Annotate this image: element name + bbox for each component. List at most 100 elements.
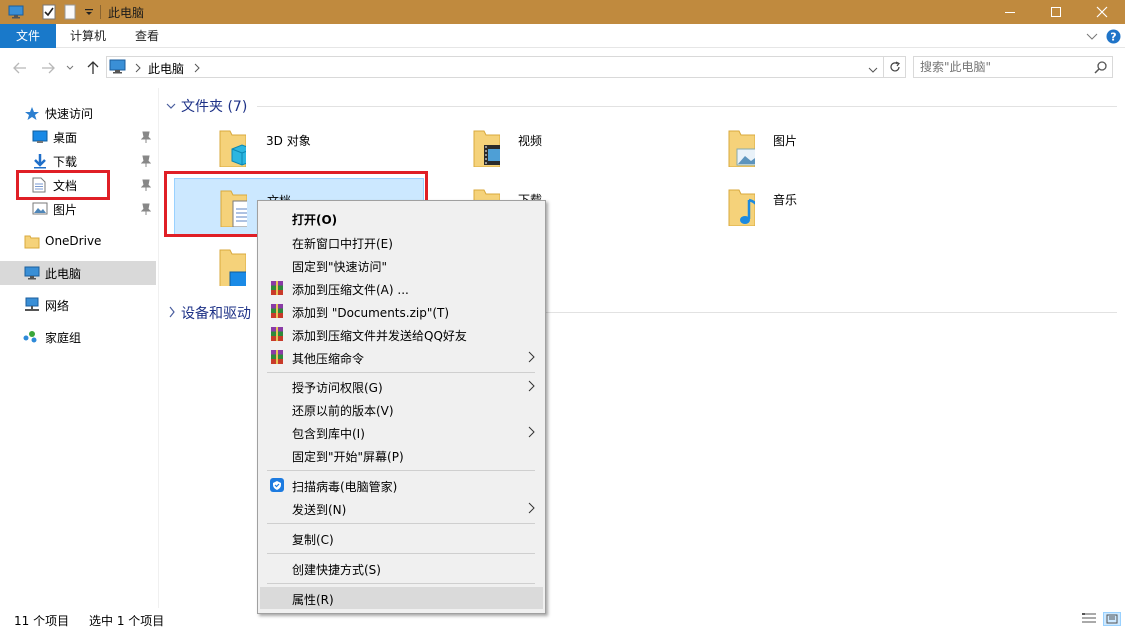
menu-item-grant-access[interactable]: 授予访问权限(G) xyxy=(260,375,543,397)
folder-desktop-icon xyxy=(219,249,246,286)
menu-item-label: 扫描病毒(电脑管家) xyxy=(292,480,398,494)
folder-videos[interactable]: 视频 xyxy=(428,119,678,177)
menu-item-other-compression[interactable]: 其他压缩命令 xyxy=(260,346,543,368)
group-divider xyxy=(257,106,1117,107)
collapse-group-icon[interactable] xyxy=(166,99,176,113)
computer-icon xyxy=(109,59,127,75)
sidebar-item-network[interactable]: 网络 xyxy=(0,293,156,317)
address-dropdown-icon[interactable] xyxy=(868,63,878,77)
breadcrumb-chevron-icon[interactable] xyxy=(194,62,200,76)
pane-divider[interactable] xyxy=(158,88,159,608)
sidebar-item-onedrive[interactable]: OneDrive xyxy=(0,229,156,253)
menu-item-add-to-zip[interactable]: 添加到 "Documents.zip"(T) xyxy=(260,300,543,322)
menu-item-label: 固定到"开始"屏幕(P) xyxy=(292,450,404,464)
close-button[interactable] xyxy=(1079,0,1125,24)
folder-picture-icon xyxy=(728,130,755,167)
search-input[interactable] xyxy=(920,60,1090,74)
navigation-pane: 快速访问 桌面 下载 文档 图片 OneDrive 此电脑 网络 家庭组 xyxy=(0,88,158,608)
expand-group-icon[interactable] xyxy=(168,306,176,321)
up-button[interactable] xyxy=(83,58,103,78)
forward-button[interactable] xyxy=(38,58,58,78)
large-icons-view-icon[interactable] xyxy=(1103,612,1121,626)
menu-separator xyxy=(267,372,535,373)
help-icon[interactable]: ? xyxy=(1106,29,1122,45)
pin-icon[interactable] xyxy=(141,155,151,167)
folder-label: 音乐 xyxy=(773,193,798,207)
expand-ribbon-icon[interactable] xyxy=(1086,30,1100,42)
group-divider xyxy=(545,312,1117,313)
maximize-button[interactable] xyxy=(1033,0,1079,24)
menu-item-include-library[interactable]: 包含到库中(I) xyxy=(260,421,543,443)
sidebar-item-label: OneDrive xyxy=(45,234,102,248)
menu-separator xyxy=(267,470,535,471)
breadcrumb-this-pc[interactable]: 此电脑 xyxy=(148,60,184,77)
computer-icon[interactable] xyxy=(6,3,26,21)
menu-item-pin-quick-access[interactable]: 固定到"快速访问" xyxy=(260,254,543,276)
status-bar: 11 个项目 选中 1 个项目 xyxy=(0,608,1125,629)
menu-item-copy[interactable]: 复制(C) xyxy=(260,527,543,549)
menu-item-add-to-archive[interactable]: 添加到压缩文件(A) ... xyxy=(260,277,543,299)
arrow-left-icon xyxy=(13,62,26,74)
menu-item-archive-send-qq[interactable]: 添加到压缩文件并发送给QQ好友 xyxy=(260,323,543,345)
menu-item-pin-start[interactable]: 固定到"开始"屏幕(P) xyxy=(260,444,543,466)
pin-icon[interactable] xyxy=(141,203,151,215)
homegroup-icon xyxy=(23,331,37,343)
sidebar-item-this-pc[interactable]: 此电脑 xyxy=(0,261,156,285)
address-bar[interactable]: 此电脑 xyxy=(106,56,884,78)
tab-file[interactable]: 文件 xyxy=(0,24,56,48)
menu-item-properties[interactable]: 属性(R) xyxy=(260,587,543,609)
folder-icon xyxy=(24,235,40,249)
properties-icon[interactable] xyxy=(40,3,58,21)
menu-item-label: 添加到压缩文件(A) ... xyxy=(292,283,409,297)
pin-icon[interactable] xyxy=(141,131,151,143)
sidebar-item-label: 此电脑 xyxy=(45,266,82,281)
menu-separator xyxy=(267,523,535,524)
menu-item-label: 属性(R) xyxy=(292,593,334,607)
folder-pictures[interactable]: 图片 xyxy=(683,119,933,177)
folder-music[interactable]: 音乐 xyxy=(683,178,933,236)
menu-item-send-to[interactable]: 发送到(N) xyxy=(260,497,543,519)
sidebar-item-homegroup[interactable]: 家庭组 xyxy=(0,325,156,349)
submenu-arrow-icon xyxy=(528,351,535,363)
sidebar-item-desktop[interactable]: 桌面 xyxy=(0,125,156,149)
menu-item-label: 授予访问权限(G) xyxy=(292,381,383,395)
sidebar-item-quick-access[interactable]: 快速访问 xyxy=(0,101,156,125)
menu-item-label: 发送到(N) xyxy=(292,503,347,517)
winrar-icon xyxy=(271,304,283,318)
menu-item-label: 固定到"快速访问" xyxy=(292,260,388,274)
folder-3d-objects[interactable]: 3D 对象 xyxy=(174,119,424,177)
refresh-button[interactable] xyxy=(884,56,906,78)
tab-view[interactable]: 查看 xyxy=(120,24,174,48)
menu-item-label: 还原以前的版本(V) xyxy=(292,404,394,418)
recent-locations-button[interactable] xyxy=(60,58,80,78)
pin-icon[interactable] xyxy=(141,179,151,191)
details-view-icon[interactable] xyxy=(1081,612,1097,629)
navigation-bar: 此电脑 xyxy=(0,48,1125,88)
group-header-devices[interactable]: 设备和驱动 xyxy=(181,303,251,323)
menu-item-label: 包含到库中(I) xyxy=(292,427,365,441)
sidebar-item-label: 网络 xyxy=(45,298,70,313)
menu-item-virus-scan[interactable]: 扫描病毒(电脑管家) xyxy=(260,474,543,496)
menu-item-open-new-window[interactable]: 在新窗口中打开(E) xyxy=(260,231,543,253)
svg-text:?: ? xyxy=(1110,31,1116,44)
refresh-icon xyxy=(889,61,900,72)
back-button[interactable] xyxy=(10,58,30,78)
title-separator xyxy=(100,5,101,19)
group-header-folders[interactable]: 文件夹 (7) xyxy=(181,96,247,116)
search-box[interactable] xyxy=(913,56,1113,78)
menu-item-restore-versions[interactable]: 还原以前的版本(V) xyxy=(260,398,543,420)
tab-computer[interactable]: 计算机 xyxy=(58,24,118,48)
search-icon xyxy=(1094,60,1108,77)
maximize-icon xyxy=(1051,7,1061,17)
sidebar-item-pictures[interactable]: 图片 xyxy=(0,197,156,221)
breadcrumb-chevron-icon[interactable] xyxy=(135,62,141,76)
customize-quick-access-icon[interactable] xyxy=(82,3,96,21)
menu-item-open[interactable]: 打开(O) xyxy=(260,207,543,229)
new-folder-icon[interactable] xyxy=(62,3,78,21)
minimize-button[interactable] xyxy=(987,0,1033,24)
menu-item-create-shortcut[interactable]: 创建快捷方式(S) xyxy=(260,557,543,579)
selected-count: 选中 1 个项目 xyxy=(89,614,165,628)
highlight-box xyxy=(16,170,110,200)
menu-item-label: 添加到压缩文件并发送给QQ好友 xyxy=(292,329,467,343)
sidebar-item-label: 家庭组 xyxy=(45,330,82,345)
